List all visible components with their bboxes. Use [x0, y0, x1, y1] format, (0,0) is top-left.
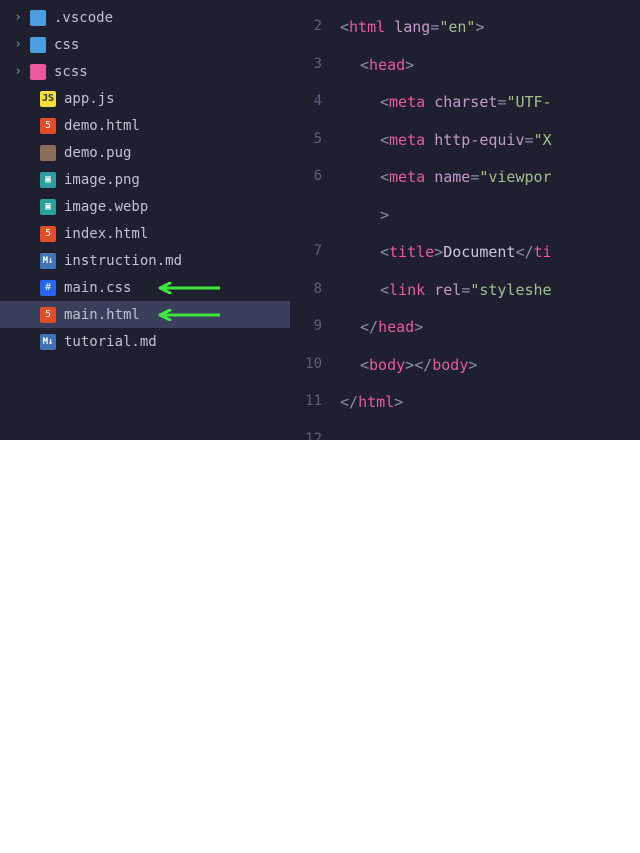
code-line-7[interactable]: <title>Document</ti: [340, 243, 640, 281]
image-icon: ▣: [40, 172, 56, 188]
editor-window: › .vscode › css › scss JS app.js 5 demo.…: [0, 0, 640, 440]
line-number-gutter: 2 3 4 5 6 7 8 9 10 11 12: [290, 0, 340, 440]
file-label: .vscode: [54, 10, 113, 26]
file-label: main.html: [64, 307, 140, 323]
code-line-5[interactable]: <meta http-equiv="X: [340, 131, 640, 169]
file-image-webp[interactable]: ▣ image.webp: [0, 193, 290, 220]
file-label: tutorial.md: [64, 334, 157, 350]
file-label: demo.html: [64, 118, 140, 134]
markdown-icon: M↓: [40, 253, 56, 269]
line-number: 7: [290, 243, 340, 281]
code-line-10[interactable]: <body></body>: [340, 356, 640, 394]
file-main-css[interactable]: # main.css: [0, 274, 290, 301]
pug-icon: [40, 145, 56, 161]
line-number: 8: [290, 281, 340, 319]
line-number: 4: [290, 93, 340, 131]
file-label: image.png: [64, 172, 140, 188]
file-demo-html[interactable]: 5 demo.html: [0, 112, 290, 139]
line-number: 9: [290, 318, 340, 356]
html-icon: 5: [40, 307, 56, 323]
css-icon: #: [40, 280, 56, 296]
html-icon: 5: [40, 226, 56, 242]
file-instruction-md[interactable]: M↓ instruction.md: [0, 247, 290, 274]
code-editor[interactable]: <html lang="en"> <head> <meta charset="U…: [340, 0, 640, 440]
line-number: 10: [290, 356, 340, 394]
file-explorer[interactable]: › .vscode › css › scss JS app.js 5 demo.…: [0, 0, 290, 440]
folder-icon: [30, 64, 46, 80]
file-index-html[interactable]: 5 index.html: [0, 220, 290, 247]
line-number: 5: [290, 131, 340, 169]
code-line-11[interactable]: </html>: [340, 393, 640, 431]
chevron-right-icon: ›: [10, 10, 26, 25]
file-main-html[interactable]: 5 main.html: [0, 301, 290, 328]
js-icon: JS: [40, 91, 56, 107]
code-line-4[interactable]: <meta charset="UTF-: [340, 93, 640, 131]
chevron-right-icon: ›: [10, 64, 26, 79]
line-number: [290, 206, 340, 244]
line-number: 11: [290, 393, 340, 431]
code-line-6[interactable]: <meta name="viewpor: [340, 168, 640, 206]
html-icon: 5: [40, 118, 56, 134]
line-number: 3: [290, 56, 340, 94]
chevron-right-icon: ›: [10, 37, 26, 52]
file-image-png[interactable]: ▣ image.png: [0, 166, 290, 193]
file-label: index.html: [64, 226, 148, 242]
file-app-js[interactable]: JS app.js: [0, 85, 290, 112]
folder-vscode[interactable]: › .vscode: [0, 4, 290, 31]
file-label: instruction.md: [64, 253, 182, 269]
folder-icon: [30, 10, 46, 26]
code-line-9[interactable]: </head>: [340, 318, 640, 356]
line-number: 12: [290, 431, 340, 441]
file-demo-pug[interactable]: demo.pug: [0, 139, 290, 166]
image-icon: ▣: [40, 199, 56, 215]
code-line-6b[interactable]: >: [340, 206, 640, 244]
folder-css[interactable]: › css: [0, 31, 290, 58]
folder-icon: [30, 37, 46, 53]
line-number: 6: [290, 168, 340, 206]
file-label: scss: [54, 64, 88, 80]
file-label: demo.pug: [64, 145, 131, 161]
file-label: css: [54, 37, 79, 53]
file-label: app.js: [64, 91, 115, 107]
annotation-arrow: [150, 282, 220, 294]
annotation-arrow: [150, 309, 220, 321]
line-number: 2: [290, 18, 340, 56]
file-label: main.css: [64, 280, 131, 296]
code-line-2[interactable]: <html lang="en">: [340, 18, 640, 56]
folder-scss[interactable]: › scss: [0, 58, 290, 85]
file-tutorial-md[interactable]: M↓ tutorial.md: [0, 328, 290, 355]
file-label: image.webp: [64, 199, 148, 215]
markdown-icon: M↓: [40, 334, 56, 350]
code-line-8[interactable]: <link rel="styleshe: [340, 281, 640, 319]
code-line-3[interactable]: <head>: [340, 56, 640, 94]
